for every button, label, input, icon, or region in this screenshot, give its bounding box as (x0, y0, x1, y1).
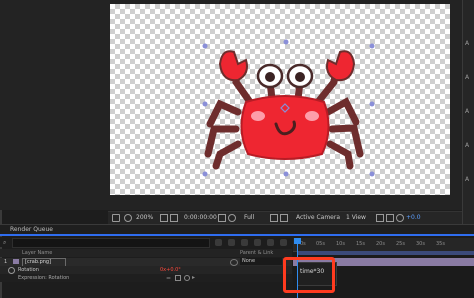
resolution-dropdown[interactable]: Full (244, 214, 254, 221)
composition-canvas[interactable] (110, 4, 450, 195)
highlight-annotation (283, 257, 335, 293)
graph-icon[interactable] (175, 275, 181, 281)
playhead-handle[interactable] (294, 238, 301, 244)
column-header: Layer Name Parent & Link (0, 249, 292, 257)
info-label: A (465, 108, 470, 115)
mask-toggle-icon[interactable] (124, 214, 132, 222)
viewer-toolbar: 200% 0:00:00:00 Full Active Camera 1 Vie… (108, 211, 462, 224)
rotation-value[interactable]: 0x+0.0° (160, 267, 181, 273)
pickwhip-icon[interactable] (184, 275, 190, 281)
info-label: A (465, 40, 470, 47)
search-icon: ⌕ (3, 239, 7, 246)
crab-image[interactable] (110, 4, 450, 195)
exposure-value[interactable]: +0.0 (406, 214, 421, 221)
shy-icon[interactable] (241, 239, 248, 246)
expression-label: Expression: Rotation (18, 275, 70, 281)
ruler-tick: 30s (416, 241, 425, 247)
ruler-tick: 25s (396, 241, 405, 247)
motion-blur-icon[interactable] (267, 239, 274, 246)
draft-3d-icon[interactable] (228, 239, 235, 246)
frame-icon[interactable] (170, 214, 178, 222)
3d-view-icon[interactable] (386, 214, 394, 222)
ruler-tick: 10s (336, 241, 345, 247)
expression-row: Expression: Rotation = ▸ (0, 274, 292, 282)
parent-dropdown[interactable]: None (240, 258, 282, 265)
grid-icon[interactable] (160, 214, 168, 222)
comp-flowchart-icon[interactable] (215, 239, 222, 246)
info-label: A (465, 142, 470, 149)
exposure-icon[interactable] (396, 214, 404, 222)
parent-header[interactable]: Parent & Link (240, 250, 273, 256)
zoom-dropdown[interactable]: 200% (136, 214, 153, 221)
camera-dropdown[interactable]: Active Camera (296, 214, 340, 221)
property-row-rotation[interactable]: Rotation 0x+0.0° (0, 266, 292, 274)
layer-row[interactable]: 1 [crab.png] None (0, 258, 292, 267)
color-icon[interactable] (228, 214, 236, 222)
ruler-tick: 15s (356, 241, 365, 247)
ruler-tick: 20s (376, 241, 385, 247)
property-name: Rotation (18, 267, 39, 273)
active-panel-indicator (0, 234, 474, 236)
ruler-tick: 05s (316, 241, 325, 247)
info-label: A (465, 74, 470, 81)
ruler-tick: 35s (436, 241, 445, 247)
layer-label-color[interactable] (13, 259, 19, 264)
graph-icon[interactable] (280, 239, 287, 246)
transparency-grid-icon[interactable] (280, 214, 288, 222)
fast-preview-icon[interactable] (376, 214, 384, 222)
info-panel-strip: A A A A A (462, 0, 474, 230)
stopwatch-icon[interactable] (8, 267, 15, 274)
info-label: A (465, 176, 470, 183)
view-layout-dropdown[interactable]: 1 View (346, 214, 366, 221)
layer-name-header[interactable]: Layer Name (22, 250, 52, 256)
search-input[interactable] (12, 238, 210, 248)
language-menu-icon[interactable]: ▸ (192, 274, 195, 281)
frame-blending-icon[interactable] (254, 239, 261, 246)
layer-index: 1 (4, 259, 8, 265)
region-icon[interactable] (270, 214, 278, 222)
tab-render-queue[interactable]: Render Queue (10, 226, 53, 233)
timecode[interactable]: 0:00:00:00 (184, 214, 217, 221)
always-preview-icon[interactable] (112, 214, 120, 222)
expression-toggle-icon[interactable]: = (166, 275, 171, 282)
pickwhip-icon[interactable] (230, 259, 238, 266)
camera-icon[interactable] (218, 214, 226, 222)
